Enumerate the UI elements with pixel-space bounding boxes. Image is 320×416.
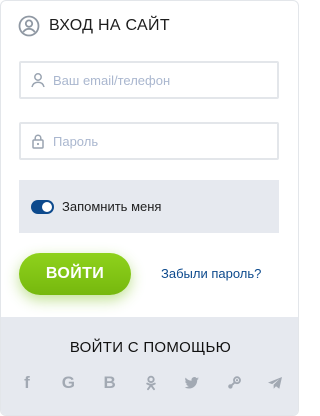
- page-title: ВХОД НА САЙТ: [49, 17, 170, 34]
- email-field[interactable]: [19, 61, 279, 99]
- user-icon: [31, 73, 45, 88]
- login-header: ВХОД НА САЙТ: [18, 15, 170, 37]
- remember-me-row: Запомнить меня: [19, 180, 279, 233]
- remember-me-label[interactable]: Запомнить меня: [62, 199, 161, 214]
- login-button[interactable]: ВОЙТИ: [19, 253, 131, 295]
- twitter-icon[interactable]: [180, 371, 204, 395]
- password-input[interactable]: [53, 133, 253, 149]
- telegram-icon[interactable]: [263, 371, 287, 395]
- login-panel: ВХОД НА САЙТ Запомнить меня ВОЙТИ Забыли…: [0, 0, 299, 416]
- password-field[interactable]: [19, 122, 279, 160]
- lock-icon: [32, 134, 44, 149]
- forgot-password-link[interactable]: Забыли пароль?: [161, 266, 261, 281]
- google-icon[interactable]: G: [56, 371, 80, 395]
- social-icons: f G B: [15, 371, 287, 395]
- toggle-knob: [42, 201, 52, 212]
- vkontakte-icon[interactable]: B: [98, 371, 122, 395]
- odnoklassniki-icon[interactable]: [139, 371, 163, 395]
- user-circle-icon: [18, 15, 40, 37]
- social-login-heading: ВОЙТИ С ПОМОЩЬЮ: [69, 339, 232, 356]
- email-input[interactable]: [53, 72, 253, 88]
- remember-me-toggle[interactable]: [31, 199, 54, 214]
- facebook-icon[interactable]: f: [15, 371, 39, 395]
- social-login-section: ВОЙТИ С ПОМОЩЬЮ f G B: [1, 317, 298, 415]
- steam-icon[interactable]: [222, 371, 246, 395]
